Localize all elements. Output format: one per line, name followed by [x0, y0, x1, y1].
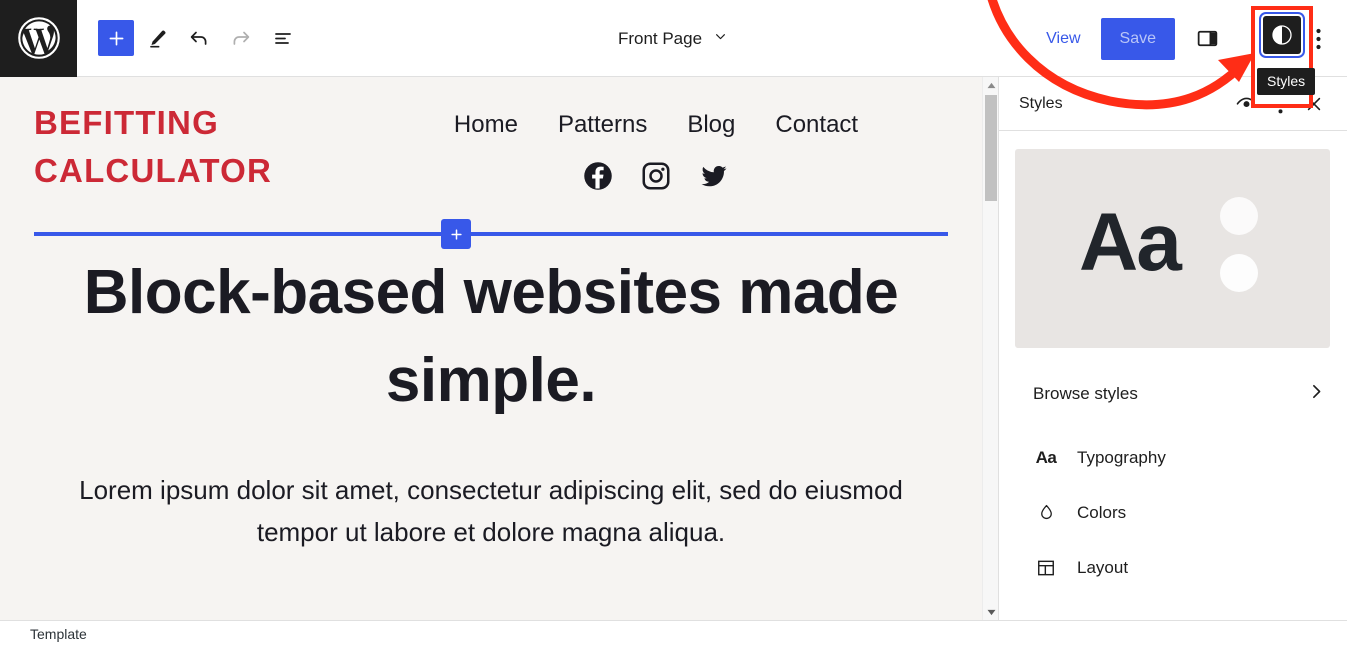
scrollbar-thumb[interactable]: [985, 95, 997, 201]
redo-button[interactable]: [222, 19, 260, 57]
hero-block[interactable]: Block-based websites made simple. Lorem …: [0, 195, 982, 553]
sidebar-panel-icon[interactable]: [1185, 17, 1229, 61]
scroll-up-arrow-icon[interactable]: [983, 77, 999, 93]
layout-label: Layout: [1077, 557, 1129, 577]
view-link[interactable]: View: [1032, 22, 1094, 56]
colors-label: Colors: [1077, 502, 1127, 522]
browse-styles-row[interactable]: Browse styles: [1015, 370, 1331, 418]
styles-menu-list: Aa Typography Colors Layout: [1015, 430, 1331, 595]
styles-menu-item-colors[interactable]: Colors: [1015, 485, 1331, 540]
styles-button-highlight: Styles: [1251, 6, 1316, 108]
layout-grid-icon: [1033, 558, 1059, 578]
list-view-button[interactable]: [264, 19, 302, 57]
block-inserter-button[interactable]: [441, 219, 471, 249]
twitter-icon[interactable]: [699, 161, 729, 191]
style-preview-color-dot-1: [1220, 197, 1258, 235]
nav-item-blog[interactable]: Blog: [687, 111, 735, 139]
editor-toolbar: Front Page View Save: [0, 0, 1347, 77]
site-header-block[interactable]: BEFITTING CALCULATOR Home Patterns Blog …: [0, 77, 982, 195]
undo-button[interactable]: [180, 19, 218, 57]
nav-item-patterns[interactable]: Patterns: [558, 111, 647, 139]
header-right-column: Home Patterns Blog Contact: [364, 99, 948, 191]
wordpress-logo-icon[interactable]: [0, 0, 77, 77]
site-title[interactable]: BEFITTING CALCULATOR: [34, 99, 364, 195]
block-separator: [34, 232, 948, 236]
tools-pencil-button[interactable]: [138, 19, 176, 57]
document-title-dropdown[interactable]: Front Page: [610, 22, 737, 56]
chevron-down-icon: [712, 28, 729, 50]
site-navigation: Home Patterns Blog Contact: [454, 111, 858, 139]
contrast-half-circle-icon: [1272, 25, 1292, 45]
wordpress-site-editor: Front Page View Save BEFITTING CALCULATO…: [0, 0, 1347, 646]
styles-panel-title: Styles: [1019, 94, 1063, 112]
instagram-icon[interactable]: [641, 161, 671, 191]
footer-template-label[interactable]: Template: [30, 626, 87, 642]
aa-typography-icon: Aa: [1035, 447, 1057, 467]
styles-menu-item-layout[interactable]: Layout: [1015, 540, 1331, 595]
canvas-scrollbar[interactable]: [982, 77, 998, 620]
browse-styles-label: Browse styles: [1033, 384, 1138, 403]
chevron-right-icon: [1306, 381, 1327, 407]
document-title-label: Front Page: [617, 28, 703, 48]
styles-button[interactable]: [1263, 16, 1301, 54]
scroll-down-arrow-icon[interactable]: [983, 604, 999, 620]
editor-canvas-wrapper: BEFITTING CALCULATOR Home Patterns Blog …: [0, 77, 998, 620]
typography-label: Typography: [1077, 447, 1166, 467]
save-button[interactable]: Save: [1100, 17, 1175, 60]
styles-tooltip: Styles: [1257, 68, 1316, 95]
nav-item-home[interactable]: Home: [454, 111, 518, 139]
styles-panel-body: Aa Browse styles Aa Typography Colors La…: [999, 131, 1347, 595]
toolbar-left-group: [77, 19, 302, 57]
social-links-block: [583, 161, 729, 191]
editor-footer-bar: Template: [0, 620, 1347, 646]
add-block-button[interactable]: [98, 20, 134, 56]
hero-paragraph[interactable]: Lorem ipsum dolor sit amet, consectetur …: [60, 470, 922, 553]
facebook-icon[interactable]: [583, 161, 613, 191]
editor-canvas[interactable]: BEFITTING CALCULATOR Home Patterns Blog …: [0, 77, 982, 620]
hero-heading[interactable]: Block-based websites made simple.: [60, 249, 922, 425]
style-variation-preview[interactable]: Aa: [1015, 149, 1330, 348]
style-preview-sample-text: Aa: [1079, 197, 1182, 288]
color-drop-icon: [1033, 503, 1059, 522]
style-preview-color-dot-2: [1220, 254, 1258, 292]
nav-item-contact[interactable]: Contact: [775, 111, 858, 139]
styles-menu-item-typography[interactable]: Aa Typography: [1015, 430, 1331, 485]
styles-sidebar: Styles Aa Browse styles Aa Typography Co…: [998, 77, 1347, 620]
